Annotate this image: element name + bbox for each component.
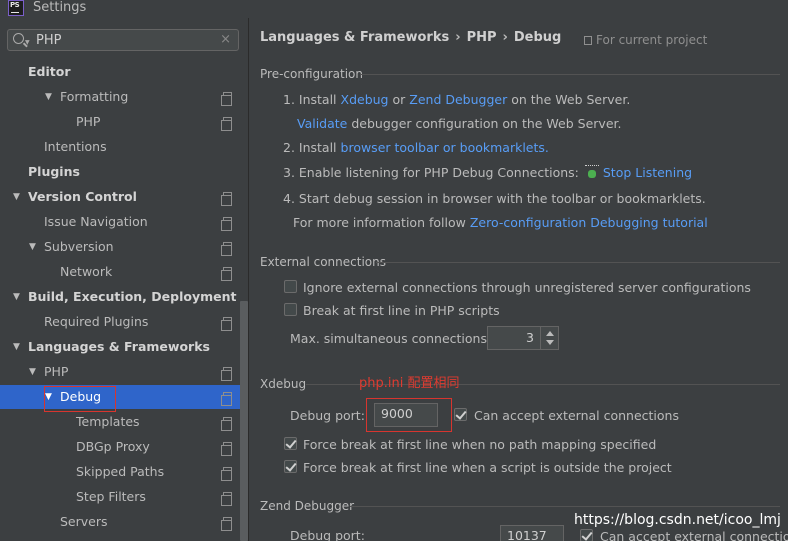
- break-first-line-checkbox[interactable]: [284, 303, 297, 316]
- spinner-down-icon[interactable]: [546, 340, 554, 345]
- xdebug-accept-external-checkbox[interactable]: [454, 408, 467, 421]
- section-divider: [350, 506, 780, 507]
- force-break-no-mapping-checkbox[interactable]: [284, 437, 297, 450]
- max-connections-label: Max. simultaneous connections:: [290, 331, 492, 346]
- window-title: Settings: [33, 0, 87, 15]
- port-highlight-box: [366, 398, 452, 432]
- section-title-zend-debugger: Zend Debugger: [260, 499, 355, 513]
- search-icon: [13, 33, 24, 44]
- xdebug-port-label: Debug port:: [290, 408, 365, 423]
- tree-item-required-plugins[interactable]: Required Plugins: [0, 310, 240, 334]
- tree-item-languages-frameworks[interactable]: ▼ Languages & Frameworks: [0, 335, 240, 359]
- validate-link[interactable]: Validate: [297, 116, 347, 131]
- project-scope-icon: [221, 517, 232, 531]
- zero-config-tutorial-link[interactable]: Zero-configuration Debugging tutorial: [470, 215, 708, 230]
- section-title-preconfiguration: Pre-configuration: [260, 67, 364, 81]
- project-scope-icon: [221, 392, 232, 406]
- preconfig-validate: Validate debugger configuration on the W…: [297, 116, 622, 131]
- preconfig-step-1: 1. Install Xdebug or Zend Debugger on th…: [283, 92, 631, 107]
- expand-arrow-icon[interactable]: ▼: [29, 235, 36, 259]
- preconfig-more-info: For more information follow Zero-configu…: [293, 215, 708, 230]
- expand-arrow-icon[interactable]: ▼: [29, 360, 36, 384]
- section-divider: [360, 74, 780, 75]
- preconfig-step-4: 4. Start debug session in browser with t…: [283, 191, 706, 206]
- force-break-no-mapping-label: Force break at first line when no path m…: [303, 437, 657, 452]
- project-scope-icon: [221, 442, 232, 456]
- xdebug-link[interactable]: Xdebug: [341, 92, 389, 107]
- project-scope-icon: [221, 267, 232, 281]
- force-break-outside-label: Force break at first line when a script …: [303, 460, 672, 475]
- tree-item-editor[interactable]: Editor: [0, 60, 240, 84]
- settings-sidebar: ▼ × Editor ▼ Formatting PHP Intentions P…: [0, 18, 249, 541]
- tree-item-templates[interactable]: Templates: [0, 410, 240, 434]
- tree-item-formatting[interactable]: ▼ Formatting: [0, 85, 240, 109]
- project-scope-icon: [221, 242, 232, 256]
- force-break-outside-checkbox[interactable]: [284, 460, 297, 473]
- breadcrumb: Languages & Frameworks › PHP › Debug: [260, 30, 562, 45]
- zend-accept-external-checkbox[interactable]: [580, 529, 593, 541]
- tree-item-skipped-paths[interactable]: Skipped Paths: [0, 460, 240, 484]
- tree-item-debug[interactable]: ▼ Debug: [0, 385, 240, 409]
- project-scope-icon: [221, 92, 232, 106]
- search-input[interactable]: [36, 31, 216, 49]
- section-title-external-connections: External connections: [260, 255, 386, 269]
- expand-arrow-icon[interactable]: ▼: [13, 285, 20, 309]
- tree-item-php[interactable]: ▼ PHP: [0, 360, 240, 384]
- zend-debugger-link[interactable]: Zend Debugger: [409, 92, 507, 107]
- project-scope-icon: [221, 217, 232, 231]
- tree-item-dbgp-proxy[interactable]: DBGp Proxy: [0, 435, 240, 459]
- scope-indicator: For current project: [584, 33, 707, 47]
- zend-port-input[interactable]: 10137: [500, 525, 564, 541]
- search-history-chevron-icon[interactable]: ▼: [25, 39, 30, 46]
- debug-highlight-box: [44, 386, 116, 412]
- tree-item-version-control[interactable]: ▼ Version Control: [0, 185, 240, 209]
- expand-arrow-icon[interactable]: ▼: [13, 185, 20, 209]
- phpstorm-logo-icon: PS: [8, 0, 24, 16]
- expand-arrow-icon[interactable]: ▼: [45, 85, 52, 109]
- annotation-text: php.ini 配置相同: [359, 376, 460, 391]
- project-scope-icon: [221, 317, 232, 331]
- preconfig-step-3: 3. Enable listening for PHP Debug Connec…: [283, 165, 693, 180]
- expand-arrow-icon[interactable]: ▼: [13, 335, 20, 359]
- browser-toolbar-link[interactable]: browser toolbar or bookmarklets.: [341, 140, 549, 155]
- tree-item-servers[interactable]: Servers: [0, 510, 240, 534]
- tree-item-subversion[interactable]: ▼ Subversion: [0, 235, 240, 259]
- settings-search[interactable]: ▼ ×: [7, 29, 239, 51]
- spinner-up-icon[interactable]: [546, 331, 554, 336]
- tree-item-plugins[interactable]: Plugins: [0, 160, 240, 184]
- clear-search-icon[interactable]: ×: [220, 32, 231, 47]
- settings-content: Languages & Frameworks › PHP › Debug For cur…: [250, 18, 788, 541]
- tree-item-network[interactable]: Network: [0, 260, 240, 284]
- preconfig-step-2: 2. Install browser toolbar or bookmarkle…: [283, 140, 549, 155]
- project-scope-icon: [221, 417, 232, 431]
- stop-listening-link[interactable]: Stop Listening: [603, 165, 692, 180]
- project-scope-icon: [221, 117, 232, 131]
- project-scope-icon: [221, 367, 232, 381]
- project-scope-icon: [221, 492, 232, 506]
- zend-port-label: Debug port:: [290, 528, 365, 541]
- project-scope-icon: [221, 192, 232, 206]
- tree-item-intentions[interactable]: Intentions: [0, 135, 240, 159]
- ignore-external-checkbox[interactable]: [284, 280, 297, 293]
- section-title-xdebug: Xdebug: [260, 377, 307, 391]
- break-first-line-label: Break at first line in PHP scripts: [303, 303, 500, 318]
- ignore-external-label: Ignore external connections through unre…: [303, 280, 751, 295]
- project-scope-icon: [221, 467, 232, 481]
- tree-item-step-filters[interactable]: Step Filters: [0, 485, 240, 509]
- watermark: https://blog.csdn.net/icoo_lmj: [574, 512, 781, 528]
- zend-accept-external-label: Can accept external connections: [600, 529, 788, 541]
- tree-item-build-execution-deployment[interactable]: ▼ Build, Execution, Deployment: [0, 285, 240, 309]
- sidebar-scrollbar[interactable]: [240, 301, 248, 541]
- debug-listening-icon: [584, 165, 599, 179]
- tree-item-formatting-php[interactable]: PHP: [0, 110, 240, 134]
- title-bar: PS Settings: [0, 0, 788, 18]
- tree-item-issue-navigation[interactable]: Issue Navigation: [0, 210, 240, 234]
- project-scope-icon: [584, 36, 592, 45]
- xdebug-accept-external-label: Can accept external connections: [474, 408, 679, 423]
- section-divider: [376, 262, 780, 263]
- max-connections-spinner[interactable]: 3: [487, 326, 559, 350]
